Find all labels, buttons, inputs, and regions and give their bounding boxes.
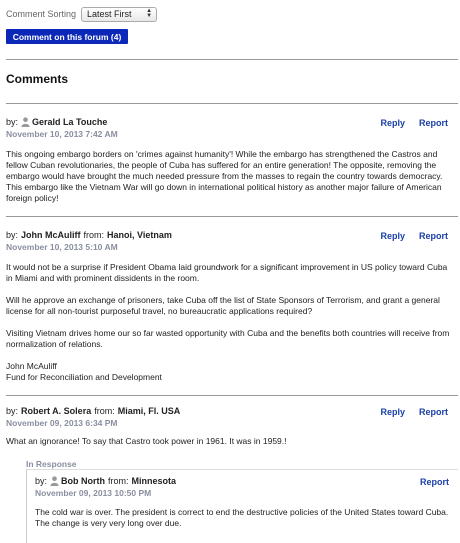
- comment-author[interactable]: Gerald La Touche: [32, 117, 107, 127]
- response-container: by: Bob North from: Minnesota November 0…: [26, 469, 458, 543]
- comment-actions: Report: [420, 477, 449, 487]
- sort-bar: Comment Sorting Latest First ▲ ▼: [6, 6, 158, 22]
- report-link[interactable]: Report: [419, 231, 448, 241]
- select-arrows-icon: ▲ ▼: [146, 7, 153, 19]
- reply-link[interactable]: Reply: [380, 407, 405, 417]
- comment-author[interactable]: Robert A. Solera: [21, 406, 91, 416]
- divider: [6, 216, 458, 217]
- comment: by: Robert A. Solera from: Miami, Fl. US…: [6, 405, 458, 447]
- comment-paragraph: Visiting Vietnam drives home our so far …: [6, 328, 450, 349]
- report-link[interactable]: Report: [419, 407, 448, 417]
- from-label: from:: [94, 406, 115, 416]
- comment-paragraph: What an ignorance! To say that Castro to…: [6, 436, 287, 446]
- comment: by: Gerald La Touche November 10, 2013 7…: [6, 116, 458, 204]
- from-label: from:: [108, 476, 129, 486]
- reply-link[interactable]: Reply: [380, 231, 405, 241]
- report-link[interactable]: Report: [419, 118, 448, 128]
- comment-location: Miami, Fl. USA: [117, 406, 181, 416]
- comment-date: November 10, 2013 5:10 AM: [6, 242, 118, 252]
- user-icon: [50, 476, 59, 486]
- comment-actions: Reply Report: [380, 231, 448, 241]
- divider: [6, 59, 458, 60]
- user-icon: [21, 117, 30, 127]
- in-response-label: In Response: [26, 459, 77, 469]
- comment-actions: Reply Report: [380, 407, 448, 417]
- sort-select[interactable]: Latest First ▲ ▼: [81, 6, 158, 22]
- comment-date: November 09, 2013 6:34 PM: [6, 418, 118, 428]
- comment-on-forum-button[interactable]: Comment on this forum (4): [6, 29, 128, 44]
- by-label: by:: [6, 230, 19, 240]
- comment-body: It would not be a surprise if President …: [6, 262, 451, 383]
- by-label: by:: [6, 406, 19, 416]
- comment-body: This ongoing embargo borders on 'crimes …: [6, 149, 451, 204]
- comments-heading: Comments: [6, 72, 69, 86]
- reply-link[interactable]: Reply: [380, 118, 405, 128]
- comment-paragraph: This ongoing embargo borders on 'crimes …: [6, 149, 443, 203]
- comment-date: November 09, 2013 10:50 PM: [35, 488, 152, 498]
- comment-author[interactable]: John McAuliff: [21, 230, 81, 240]
- by-label: by:: [35, 476, 48, 486]
- divider: [6, 395, 458, 396]
- comment-author[interactable]: Bob North: [61, 476, 105, 486]
- divider: [6, 103, 458, 104]
- comment-body: What an ignorance! To say that Castro to…: [6, 436, 451, 447]
- comment-actions: Reply Report: [380, 118, 448, 128]
- by-label: by:: [6, 117, 19, 127]
- from-label: from:: [83, 230, 105, 240]
- sort-selected-value: Latest First: [87, 9, 132, 19]
- comment-paragraph: Will he approve an exchange of prisoners…: [6, 295, 440, 316]
- comment-location: Minnesota: [131, 476, 177, 486]
- reply-comment: by: Bob North from: Minnesota November 0…: [35, 475, 453, 529]
- comment-body: The cold war is over. The president is c…: [35, 507, 450, 529]
- comment-signature: John McAuliff Fund for Reconciliation an…: [6, 361, 162, 382]
- comment-date: November 10, 2013 7:42 AM: [6, 129, 118, 139]
- comment-paragraph: It would not be a surprise if President …: [6, 262, 448, 283]
- comment: by: John McAuliff from: Hanoi, Vietnam N…: [6, 229, 458, 383]
- comment-paragraph: The cold war is over. The president is c…: [35, 507, 449, 528]
- report-link[interactable]: Report: [420, 477, 449, 487]
- sort-label: Comment Sorting: [6, 9, 77, 19]
- comment-location: Hanoi, Vietnam: [107, 230, 172, 240]
- byline: by: Bob North from: Minnesota: [35, 475, 453, 487]
